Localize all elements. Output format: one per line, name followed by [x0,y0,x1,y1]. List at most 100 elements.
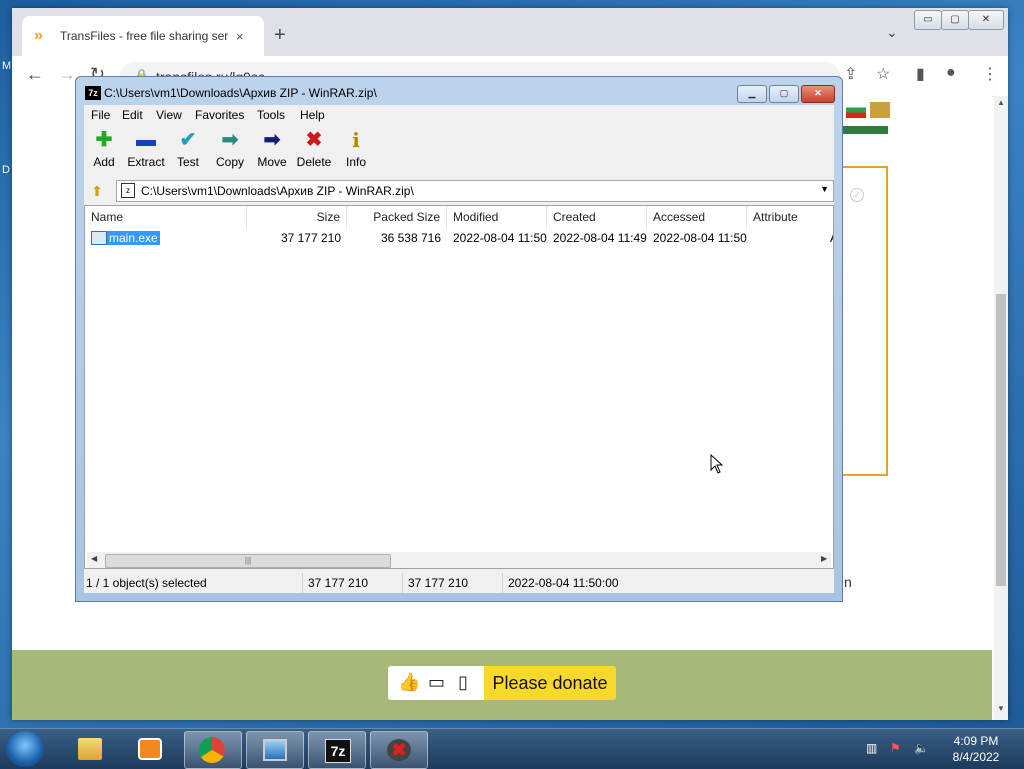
taskbar-remote-desktop[interactable] [246,731,304,769]
tab-strip: » TransFiles - free file sharing servi ×… [12,8,1008,56]
minimize-button[interactable]: ▁ [737,85,767,103]
column-attribute[interactable]: Attribute [747,206,833,228]
column-modified[interactable]: Modified [447,206,547,228]
status-bar: 1 / 1 object(s) selected 37 177 210 37 1… [84,573,834,593]
info-button[interactable]: i Info [334,129,378,169]
address-combobox[interactable]: z C:\Users\vm1\Downloads\Архив ZIP - Win… [116,180,834,202]
browser-tab[interactable]: » TransFiles - free file sharing servi × [22,16,264,56]
status-size: 37 177 210 [308,576,369,590]
close-app-icon: ✖ [387,739,411,761]
start-button[interactable] [6,731,44,767]
new-tab-button[interactable]: + [274,24,286,47]
horizontal-scrollbar[interactable]: ◀ ||| ▶ [87,552,831,568]
exe-file-icon [91,231,107,245]
close-button[interactable]: ✕ [968,10,1004,30]
extract-button[interactable]: ▬ Extract [124,129,168,169]
volume-icon[interactable]: 🔈 [914,741,929,755]
scroll-left-icon[interactable]: ◀ [91,554,97,563]
scroll-thumb[interactable]: ||| [105,554,391,568]
close-button[interactable]: ✕ [801,85,835,103]
add-button[interactable]: ✚ Add [82,129,126,169]
status-divider [302,573,303,593]
network-icon[interactable]: ▥ [866,741,877,755]
copy-icon: ➡ [221,129,239,151]
media-player-icon [138,738,162,760]
file-attribute: A [830,228,833,248]
uk-flag-icon[interactable] [870,102,890,118]
file-size: 37 177 210 [280,231,341,245]
file-created: 2022-08-04 11:49 [553,231,647,245]
taskbar-chrome[interactable] [184,731,242,769]
forward-icon[interactable]: → [58,64,76,85]
column-packed-size[interactable]: Packed Size [347,206,447,228]
green-bar [840,126,888,134]
taskbar-media-player[interactable] [122,731,178,767]
status-divider [502,573,503,593]
menu-view[interactable]: View [156,108,182,122]
scroll-up-icon[interactable]: ▲ [997,98,1005,107]
toolbar: ✚ Add ▬ Extract ✔ Test ➡ Copy ➡ Move ✖ D… [84,125,834,177]
scroll-down-icon[interactable]: ▼ [997,704,1005,713]
mouse-cursor-icon [710,454,724,474]
file-modified: 2022-08-04 11:50 [453,231,547,245]
scroll-thumb[interactable] [996,294,1006,586]
table-row[interactable]: main.exe 37 177 210 36 538 716 2022-08-0… [85,228,833,248]
copy-button[interactable]: ➡ Copy [208,129,252,169]
tab-search-button[interactable]: ⌄ [886,24,898,41]
menu-icon[interactable]: ⋮ [982,64,998,84]
bulgarian-flag-icon[interactable] [846,102,866,118]
taskbar-close-app[interactable]: ✖ [370,731,428,769]
extract-icon: ▬ [136,129,156,151]
bookmark-star-icon[interactable]: ☆ [876,64,890,84]
language-flags [846,102,890,118]
taskbar: 7z ✖ ▥ ⚑ 🔈 4:09 PM 8/4/2022 [0,728,1024,769]
test-button[interactable]: ✔ Test [166,129,210,169]
column-accessed[interactable]: Accessed [647,206,747,228]
move-icon: ➡ [263,129,281,151]
7zip-window: 7z C:\Users\vm1\Downloads\Архив ZIP - Wi… [75,76,843,602]
maximize-button[interactable]: ▢ [941,10,969,30]
column-size[interactable]: Size [247,206,347,228]
status-modified: 2022-08-04 11:50:00 [508,576,619,590]
delete-button[interactable]: ✖ Delete [292,129,336,169]
vertical-scrollbar[interactable]: ▲ ▼ [994,96,1008,720]
thumbs-up-icon[interactable]: 👍 [398,672,420,693]
menu-favorites[interactable]: Favorites [195,108,244,122]
test-icon: ✔ [179,129,197,151]
share-icon[interactable]: ⇪ [844,64,857,84]
back-icon[interactable]: ← [26,64,44,85]
phone-icon[interactable]: ▯ [458,672,468,693]
menu-bar: File Edit View Favorites Tools Help [84,105,834,125]
side-panel-icon[interactable]: ▮ [916,64,925,84]
clock-time: 4:09 PM [953,734,999,748]
profile-icon[interactable]: ● [946,64,956,82]
folder-up-icon[interactable]: ⬆ [88,182,106,200]
file-accessed: 2022-08-04 11:50 [653,231,747,245]
system-clock[interactable]: 4:09 PM 8/4/2022 [936,733,1016,765]
scroll-right-icon[interactable]: ▶ [821,554,827,563]
file-name: main.exe [107,231,160,245]
menu-help[interactable]: Help [300,108,325,122]
menu-edit[interactable]: Edit [122,108,143,122]
tab-title: TransFiles - free file sharing servi [60,29,228,43]
donate-button[interactable]: Please donate [484,666,616,700]
move-button[interactable]: ➡ Move [250,129,294,169]
card-icon[interactable]: ▭ [428,672,445,693]
file-packed-size: 36 538 716 [380,231,441,245]
check-icon: ✓ [850,188,864,202]
tab-close-icon[interactable]: × [236,29,244,44]
menu-file[interactable]: File [91,108,110,122]
status-divider [402,573,403,593]
page-footer: 👍 ▭ ▯ Please donate [12,650,992,720]
maximize-button[interactable]: ▢ [769,85,799,103]
taskbar-explorer[interactable] [62,731,118,767]
dropdown-arrow-icon[interactable]: ▼ [820,184,829,194]
action-center-icon[interactable]: ⚑ [890,741,901,755]
menu-tools[interactable]: Tools [257,108,285,122]
taskbar-7zip[interactable]: 7z [308,731,366,769]
column-created[interactable]: Created [547,206,647,228]
minimize-button[interactable]: ▭ [914,10,942,30]
7zip-icon: 7z [325,739,351,763]
column-name[interactable]: Name [85,206,247,228]
window-title: C:\Users\vm1\Downloads\Архив ZIP - WinRA… [104,86,377,100]
